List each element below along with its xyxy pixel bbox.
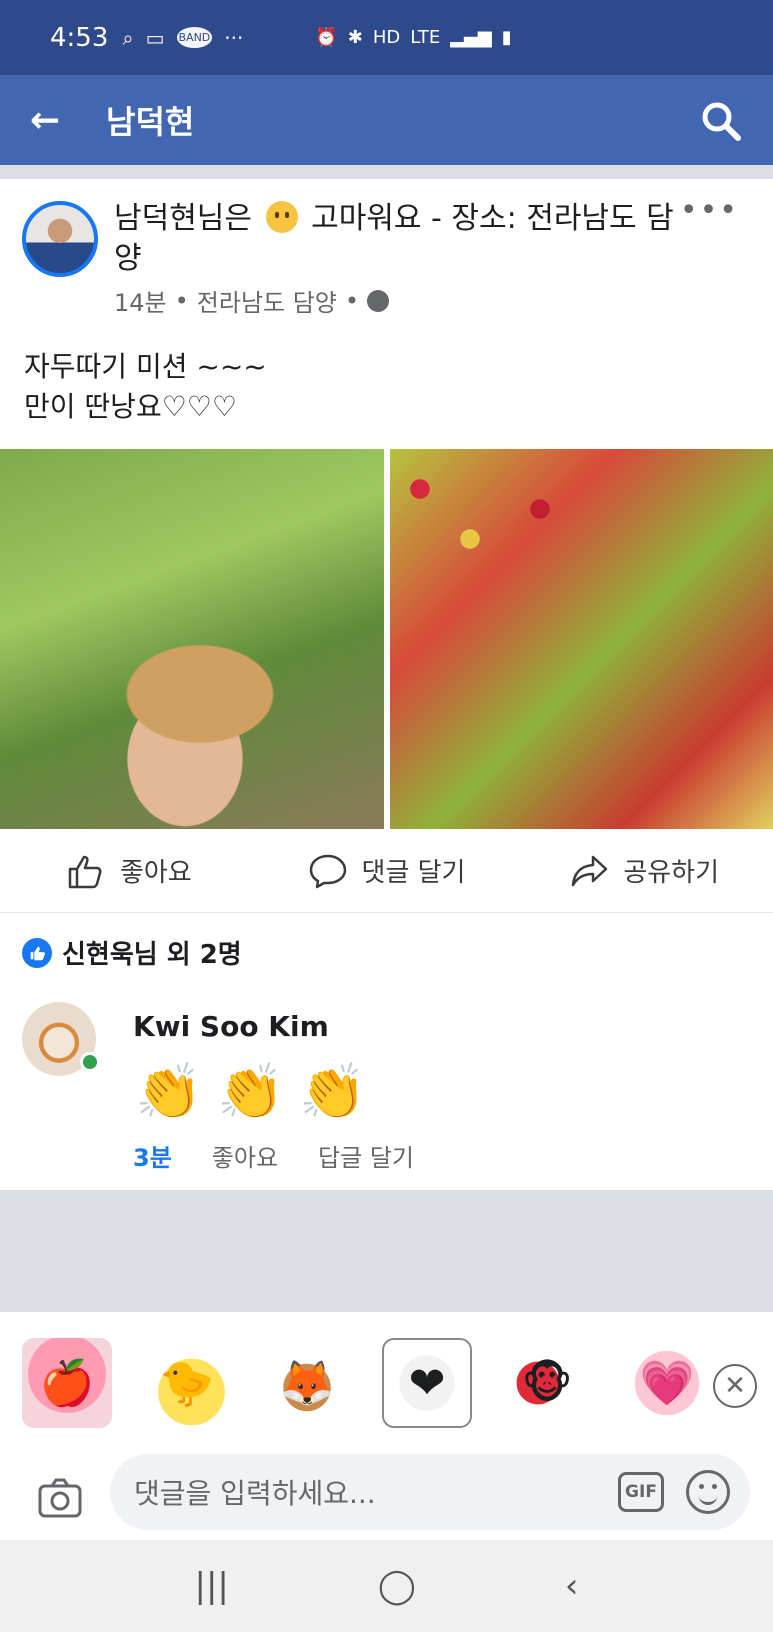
comment-body: 👏 👏 👏	[133, 1055, 369, 1129]
alarm-icon: ⏰	[315, 27, 338, 48]
like-reaction-icon	[22, 937, 52, 968]
signal-icon: ▂▄▆	[450, 27, 492, 48]
more-icon: ···	[224, 25, 244, 50]
back-icon[interactable]: ‹	[565, 1566, 579, 1606]
gif-button[interactable]: GIF	[618, 1472, 664, 1512]
comment-label: 댓글 달기	[361, 858, 466, 888]
comment-reply-button[interactable]: 답글 달기	[318, 1138, 414, 1173]
emoji-icon[interactable]	[686, 1470, 730, 1514]
clapping-hands-icon: 👏	[217, 1060, 285, 1123]
camera-icon[interactable]	[36, 1474, 84, 1522]
system-nav-bar: ||| ◯ ‹	[0, 1540, 773, 1632]
band-app-icon: BAND	[176, 27, 213, 48]
post-actions: 좋아요 댓글 달기 공유하기	[0, 829, 773, 913]
clapping-hands-icon: 👏	[135, 1060, 203, 1123]
thank-you-chick-sticker[interactable]: 🐤	[142, 1338, 232, 1428]
post-body: 자두따기 미션 ~~~ 만이 딴낭요♡♡♡	[24, 350, 267, 423]
search-icon[interactable]	[699, 99, 743, 143]
love-fruit-basket-sticker[interactable]: 🍎	[22, 1338, 112, 1428]
comment-input-placeholder: 댓글을 입력하세요...	[134, 1477, 376, 1510]
divider	[0, 165, 773, 179]
avatar[interactable]	[22, 201, 98, 277]
share-label: 공유하기	[623, 858, 720, 888]
share-icon	[572, 855, 608, 886]
separator: •	[344, 286, 360, 315]
empty-area	[0, 1190, 773, 1312]
home-icon[interactable]: ◯	[378, 1566, 416, 1606]
comment-like-button[interactable]: 좋아요	[212, 1138, 278, 1173]
online-status-icon	[80, 1052, 100, 1072]
sticker-tray: 🍎 🐤 🦊 ❤ 🐵 💗	[0, 1312, 773, 1454]
thumbs-up-icon	[68, 855, 102, 888]
app-bar: ← 남덕현	[0, 75, 773, 165]
post-time[interactable]: 14분	[114, 283, 167, 318]
search-icon: ⌕	[122, 25, 134, 50]
comment-icon	[309, 854, 346, 888]
status-time: 4:53	[50, 22, 109, 53]
bluetooth-icon: ✱	[347, 27, 363, 48]
more-options-icon[interactable]: •••	[680, 193, 739, 228]
grateful-emoji-icon	[265, 201, 298, 233]
lte-icon: LTE	[410, 27, 441, 48]
clapping-hands-icon: 👏	[299, 1060, 367, 1123]
close-icon[interactable]: ✕	[713, 1364, 757, 1408]
status-bar: 4:53 ⌕ ▭ BAND ··· ⏰ ✱ HD LTE ▂▄▆ ▮	[0, 0, 773, 75]
comment-button[interactable]: 댓글 달기	[258, 851, 516, 891]
post-photo-plums[interactable]	[390, 449, 773, 829]
commenter-name[interactable]: Kwi Soo Kim	[133, 1010, 329, 1043]
hd-voice-icon: HD	[372, 27, 401, 48]
globe-icon	[367, 289, 390, 312]
reactions-text: 신현욱님 외 2명	[62, 940, 242, 970]
comment-time[interactable]: 3분	[133, 1138, 172, 1173]
separator: •	[174, 286, 189, 315]
like-button[interactable]: 좋아요	[0, 851, 258, 891]
post-meta: 14분 • 전라남도 담양 •	[114, 283, 390, 318]
post-location[interactable]: 전라남도 담양	[197, 283, 337, 318]
dancing-animals-sticker[interactable]: 🦊	[262, 1338, 352, 1428]
reactions-summary[interactable]: 신현욱님 외 2명	[22, 934, 242, 971]
comment-meta: 3분 좋아요 답글 달기	[133, 1138, 414, 1173]
back-arrow-icon[interactable]: ←	[30, 100, 80, 141]
battery-icon: ▮	[501, 27, 512, 48]
pink-heart-sticker[interactable]: 💗	[622, 1338, 712, 1428]
comment-composer: 댓글을 입력하세요... GIF	[0, 1454, 773, 1540]
like-label: 좋아요	[119, 858, 192, 888]
cats-heart-sticker[interactable]: ❤	[382, 1338, 472, 1428]
recents-icon[interactable]: |||	[194, 1566, 228, 1606]
page-title: 남덕현	[106, 103, 195, 141]
monkey-heart-sticker[interactable]: 🐵	[502, 1338, 592, 1428]
author-name[interactable]: 남덕현님은	[114, 201, 252, 236]
post-photo-selfie[interactable]	[0, 449, 384, 829]
post-header: 남덕현님은 고마워요 - 장소: 전라남도 담양	[114, 199, 674, 279]
share-button[interactable]: 공유하기	[515, 851, 773, 891]
voicemail-icon: ▭	[145, 25, 165, 50]
